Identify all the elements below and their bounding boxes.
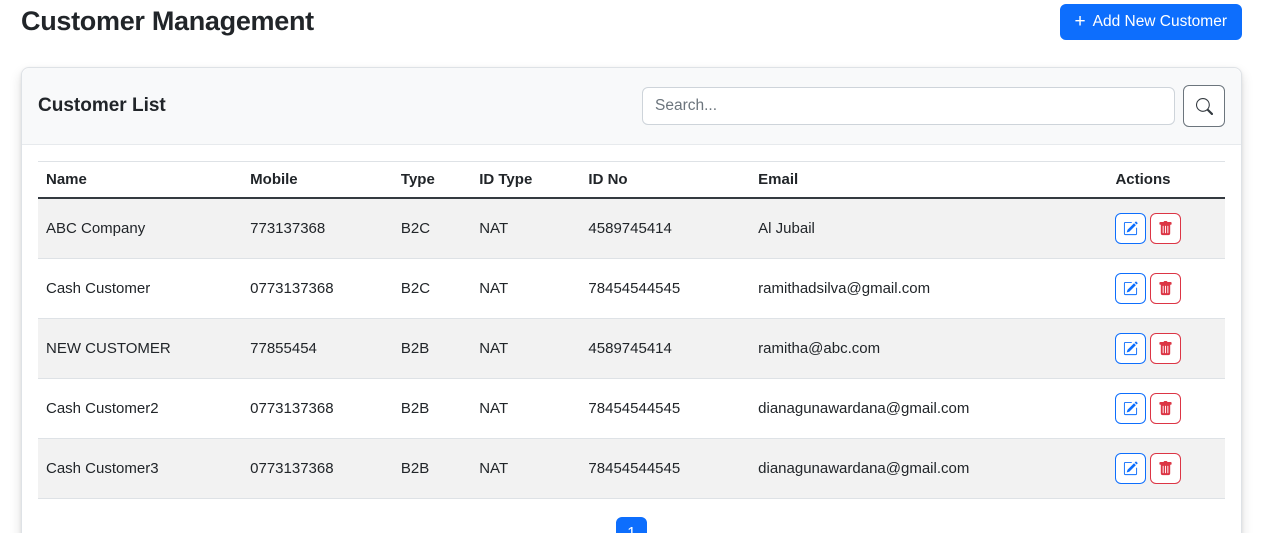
page-title: Customer Management (21, 6, 314, 36)
search-icon (1195, 97, 1213, 115)
cell-id-type: NAT (471, 378, 581, 439)
cell-mobile: 77855454 (242, 318, 393, 379)
delete-button[interactable] (1150, 213, 1182, 244)
edit-pencil-icon (1123, 341, 1139, 356)
cell-actions (1107, 258, 1225, 319)
edit-pencil-icon (1123, 461, 1139, 476)
column-header-id-type: ID Type (471, 161, 581, 199)
edit-pencil-icon (1123, 401, 1139, 416)
plus-icon: + (1074, 11, 1086, 32)
add-new-customer-label: Add New Customer (1092, 13, 1227, 30)
table-row: Cash Customer3 0773137368 B2B NAT 784545… (38, 438, 1225, 499)
card-header: Customer List (22, 68, 1241, 145)
trash-icon (1158, 281, 1173, 296)
cell-email: ramitha@abc.com (750, 318, 1108, 379)
cell-id-type: NAT (471, 318, 581, 379)
delete-button[interactable] (1150, 273, 1182, 304)
cell-name: Cash Customer3 (38, 438, 243, 499)
search-button[interactable] (1183, 85, 1225, 127)
cell-id-type: NAT (471, 258, 581, 319)
cell-id-no: 78454544545 (580, 378, 751, 439)
column-header-email: Email (750, 161, 1108, 199)
table-row: NEW CUSTOMER 77855454 B2B NAT 4589745414… (38, 318, 1225, 379)
cell-id-type: NAT (471, 198, 581, 259)
cell-mobile: 0773137368 (242, 258, 393, 319)
trash-icon (1158, 461, 1173, 476)
column-header-mobile: Mobile (242, 161, 393, 199)
edit-pencil-icon (1123, 221, 1139, 236)
pagination: 1 (38, 517, 1225, 533)
cell-actions (1107, 378, 1225, 439)
cell-type: B2B (392, 438, 472, 499)
card-body: Name Mobile Type ID Type ID No Email Act… (22, 145, 1241, 533)
cell-id-no: 4589745414 (580, 318, 751, 379)
cell-name: Cash Customer2 (38, 378, 243, 439)
edit-button[interactable] (1115, 453, 1147, 484)
cell-name: Cash Customer (38, 258, 243, 319)
cell-type: B2C (392, 198, 472, 259)
customer-list-card: Customer List Search... Name Mobile Type… (21, 67, 1242, 533)
cell-name: NEW CUSTOMER (38, 318, 243, 379)
delete-button[interactable] (1150, 393, 1182, 424)
cell-id-no: 4589745414 (580, 198, 751, 259)
cell-id-no: 78454544545 (580, 438, 751, 499)
cell-mobile: 0773137368 (242, 438, 393, 499)
delete-button[interactable] (1150, 333, 1182, 364)
search-group (642, 85, 1225, 127)
edit-button[interactable] (1115, 273, 1147, 304)
topbar: Customer Management + Add New Customer (21, 4, 1242, 40)
trash-icon (1158, 401, 1173, 416)
edit-button[interactable] (1115, 213, 1147, 244)
cell-actions (1107, 438, 1225, 499)
card-title: Customer List (38, 95, 166, 116)
cell-id-type: NAT (471, 438, 581, 499)
edit-button[interactable] (1115, 333, 1147, 364)
trash-icon (1158, 341, 1173, 356)
cell-type: B2B (392, 318, 472, 379)
cell-type: B2B (392, 378, 472, 439)
delete-button[interactable] (1150, 453, 1182, 484)
column-header-type: Type (392, 161, 472, 199)
edit-button[interactable] (1115, 393, 1147, 424)
cell-email: dianagunawardana@gmail.com (750, 378, 1108, 439)
add-new-customer-button[interactable]: + Add New Customer (1059, 4, 1242, 40)
table-row: ABC Company 773137368 B2C NAT 4589745414… (38, 198, 1225, 259)
customer-table: Name Mobile Type ID Type ID No Email Act… (38, 161, 1225, 499)
cell-email: dianagunawardana@gmail.com (750, 438, 1108, 499)
cell-name: ABC Company (38, 198, 243, 259)
column-header-name: Name (38, 161, 243, 199)
table-row: Cash Customer 0773137368 B2C NAT 7845454… (38, 258, 1225, 319)
cell-type: B2C (392, 258, 472, 319)
table-header: Name Mobile Type ID Type ID No Email Act… (38, 161, 1225, 199)
search-input[interactable] (642, 87, 1175, 125)
cell-id-no: 78454544545 (580, 258, 751, 319)
cell-mobile: 0773137368 (242, 378, 393, 439)
cell-email: Al Jubail (750, 198, 1108, 259)
cell-email: ramithadsilva@gmail.com (750, 258, 1108, 319)
cell-mobile: 773137368 (242, 198, 393, 259)
column-header-id-no: ID No (580, 161, 751, 199)
trash-icon (1158, 221, 1173, 236)
cell-actions (1107, 198, 1225, 259)
pagination-page-1-button[interactable]: 1 (616, 517, 647, 533)
column-header-actions: Actions (1107, 161, 1225, 199)
edit-pencil-icon (1123, 281, 1139, 296)
table-row: Cash Customer2 0773137368 B2B NAT 784545… (38, 378, 1225, 439)
cell-actions (1107, 318, 1225, 379)
customer-management-page: Customer Management + Add New Customer C… (0, 0, 1263, 533)
table-body: ABC Company 773137368 B2C NAT 4589745414… (38, 198, 1225, 499)
